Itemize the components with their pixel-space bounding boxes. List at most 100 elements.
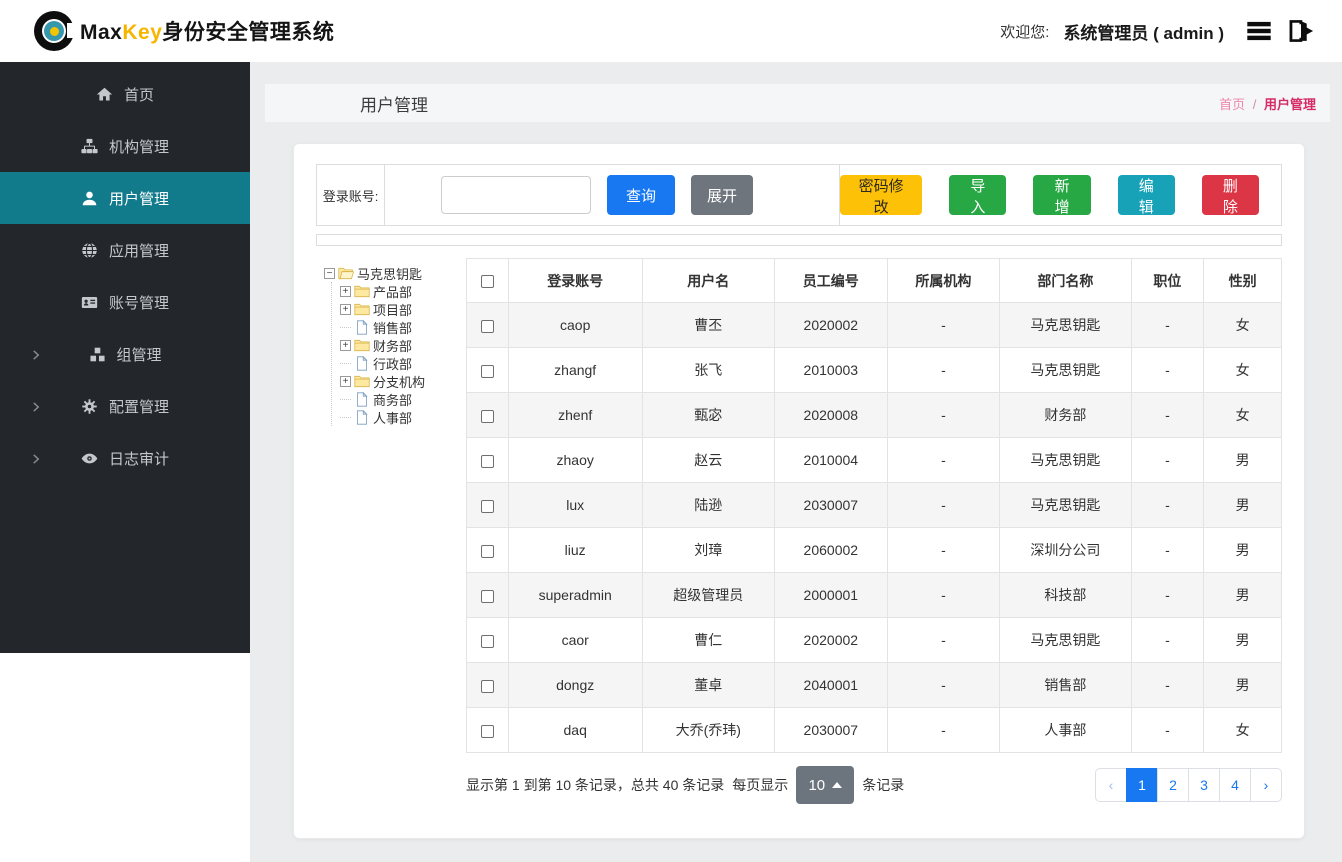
breadcrumb-separator: / xyxy=(1252,96,1257,112)
pagination-page-1[interactable]: 1 xyxy=(1126,768,1158,802)
tree-node[interactable]: 销售部 xyxy=(340,318,466,336)
row-checkbox[interactable] xyxy=(480,724,494,738)
table-row[interactable]: caor 曹仁 2020002- 马克思钥匙 - 男 xyxy=(466,617,1282,663)
table-cell: - xyxy=(886,437,1001,483)
table-row[interactable]: zhaoy 赵云 2010004- 马克思钥匙 - 男 xyxy=(466,437,1282,483)
row-checkbox[interactable] xyxy=(480,544,494,558)
table-cell: 销售部 xyxy=(999,662,1132,708)
table-cell: 马克思钥匙 xyxy=(999,437,1132,483)
table-cell: 财务部 xyxy=(999,392,1132,438)
table-cell: daq xyxy=(507,707,643,753)
pagination-next[interactable]: › xyxy=(1250,768,1282,802)
tree-expand-toggle[interactable]: + xyxy=(340,375,351,387)
tree-node[interactable]: + 财务部 xyxy=(340,336,466,354)
row-checkbox[interactable] xyxy=(480,454,494,468)
table-cell: zhenf xyxy=(507,392,643,438)
tree-node[interactable]: 人事部 xyxy=(340,408,466,426)
caret-up-icon xyxy=(832,782,843,788)
expand-button[interactable]: 展开 xyxy=(691,175,754,215)
table-row[interactable]: dongz 董卓 2040001- 销售部 - 男 xyxy=(466,662,1282,708)
table-row[interactable]: lux 陆逊 2030007- 马克思钥匙 - 男 xyxy=(466,482,1282,528)
column-header: 员工编号 xyxy=(773,258,888,303)
row-checkbox[interactable] xyxy=(480,589,494,603)
table-cell: 刘璋 xyxy=(641,527,775,573)
import-button[interactable]: 导入 xyxy=(949,175,1007,216)
add-button[interactable]: 新增 xyxy=(1033,175,1091,216)
tree-root-node[interactable]: − 马克思钥匙 xyxy=(324,264,466,282)
tree-node[interactable]: + 项目部 xyxy=(340,300,466,318)
tree-expand-toggle[interactable]: + xyxy=(340,339,351,351)
edit-button[interactable]: 编辑 xyxy=(1117,175,1175,216)
table-cell: dongz xyxy=(507,662,643,708)
table-row[interactable]: zhenf 甄宓 2020008- 财务部 - 女 xyxy=(466,392,1282,438)
brand[interactable]: MaxKey身份安全管理系统 xyxy=(34,11,334,51)
table-row[interactable]: daq 大乔(乔玮) 2030007- 人事部 - 女 xyxy=(466,707,1282,753)
table-row[interactable]: liuz 刘璋 2060002- 深圳分公司 - 男 xyxy=(466,527,1282,573)
sidebar-item-org-management[interactable]: 机构管理 xyxy=(0,120,250,172)
tree-connector xyxy=(340,362,351,364)
search-button[interactable]: 查询 xyxy=(607,175,676,215)
row-checkbox[interactable] xyxy=(480,679,494,693)
chevron-right-icon xyxy=(30,400,42,412)
table-cell: 男 xyxy=(1203,617,1282,663)
table-cell: - xyxy=(1130,392,1205,438)
tree-node[interactable]: + 产品部 xyxy=(340,282,466,300)
table-cell: liuz xyxy=(507,527,643,573)
table-cell: - xyxy=(1130,437,1205,483)
row-checkbox[interactable] xyxy=(480,634,494,648)
change-password-button[interactable]: 密码修改 xyxy=(839,175,923,216)
row-checkbox[interactable] xyxy=(480,409,494,423)
login-account-input[interactable] xyxy=(441,176,591,214)
file-icon xyxy=(354,391,370,407)
breadcrumb-current: 用户管理 xyxy=(1263,96,1316,112)
tree-connector xyxy=(340,326,351,328)
column-header: 性别 xyxy=(1203,258,1282,303)
page-size-select[interactable]: 10 xyxy=(796,766,855,804)
sidebar-item-config-management[interactable]: 配置管理 xyxy=(0,380,250,432)
table-cell: superadmin xyxy=(507,572,643,618)
sidebar-item-group-management[interactable]: 组管理 xyxy=(0,328,250,380)
tree-expand-toggle[interactable]: + xyxy=(340,303,351,315)
tree-collapse-toggle[interactable]: − xyxy=(324,267,335,279)
tree-node[interactable]: + 分支机构 xyxy=(340,372,466,390)
sidebar-item-user-management[interactable]: 用户管理 xyxy=(0,172,250,224)
content-card: 登录账号: 查询 展开 密码修改 导入 新增 编辑 删除 − 马克思钥匙 + 产品部 + 项目部销… xyxy=(293,143,1305,839)
table-row[interactable]: caop 曹丕 2020002- 马克思钥匙 - 女 xyxy=(466,302,1282,348)
table-row[interactable]: superadmin 超级管理员 2000001- 科技部 - 男 xyxy=(466,572,1282,618)
folder-icon xyxy=(354,284,370,299)
table-cell: 人事部 xyxy=(999,707,1132,753)
pagination-page-4[interactable]: 4 xyxy=(1219,768,1251,802)
breadcrumb: 首页 / 用户管理 xyxy=(1219,94,1316,113)
table-cell: 董卓 xyxy=(641,662,775,708)
select-all-checkbox[interactable] xyxy=(480,275,494,289)
breadcrumb-home-link[interactable]: 首页 xyxy=(1219,97,1245,112)
page-title: 用户管理 xyxy=(360,95,428,115)
tree-node[interactable]: 商务部 xyxy=(340,390,466,408)
sidebar-item-account-management[interactable]: 账号管理 xyxy=(0,276,250,328)
table-cell: 陆逊 xyxy=(641,482,775,528)
row-checkbox[interactable] xyxy=(480,364,494,378)
delete-button[interactable]: 删除 xyxy=(1201,175,1259,216)
tree-node[interactable]: 行政部 xyxy=(340,354,466,372)
table-cell: - xyxy=(886,347,1001,393)
logout-icon[interactable] xyxy=(1286,17,1316,45)
pagination-prev[interactable]: ‹ xyxy=(1095,768,1127,802)
list-icon[interactable] xyxy=(1244,17,1274,45)
sidebar-item-app-management[interactable]: 应用管理 xyxy=(0,224,250,276)
row-checkbox[interactable] xyxy=(480,319,494,333)
pagination-page-2[interactable]: 2 xyxy=(1157,768,1189,802)
table-cell: zhaoy xyxy=(507,437,643,483)
tree-node-label: 马克思钥匙 xyxy=(357,266,423,282)
sidebar-item-log-audit[interactable]: 日志审计 xyxy=(0,432,250,484)
table-row[interactable]: zhangf 张飞 2010003- 马克思钥匙 - 女 xyxy=(466,347,1282,393)
sidebar-item-home[interactable]: 首页 xyxy=(0,68,250,120)
row-checkbox[interactable] xyxy=(480,499,494,513)
folder-open-icon xyxy=(338,266,355,281)
table-cell: - xyxy=(1130,572,1205,618)
tree-children: + 产品部 + 项目部 销售部 + 财务部 行政部 + 分支机构商务部 人事部 xyxy=(331,282,466,426)
pagination-page-3[interactable]: 3 xyxy=(1188,768,1220,802)
table-cell: 2020002 xyxy=(773,617,888,663)
tree-node-label: 商务部 xyxy=(373,392,413,408)
column-header: 登录账号 xyxy=(507,258,643,303)
tree-expand-toggle[interactable]: + xyxy=(340,285,351,297)
